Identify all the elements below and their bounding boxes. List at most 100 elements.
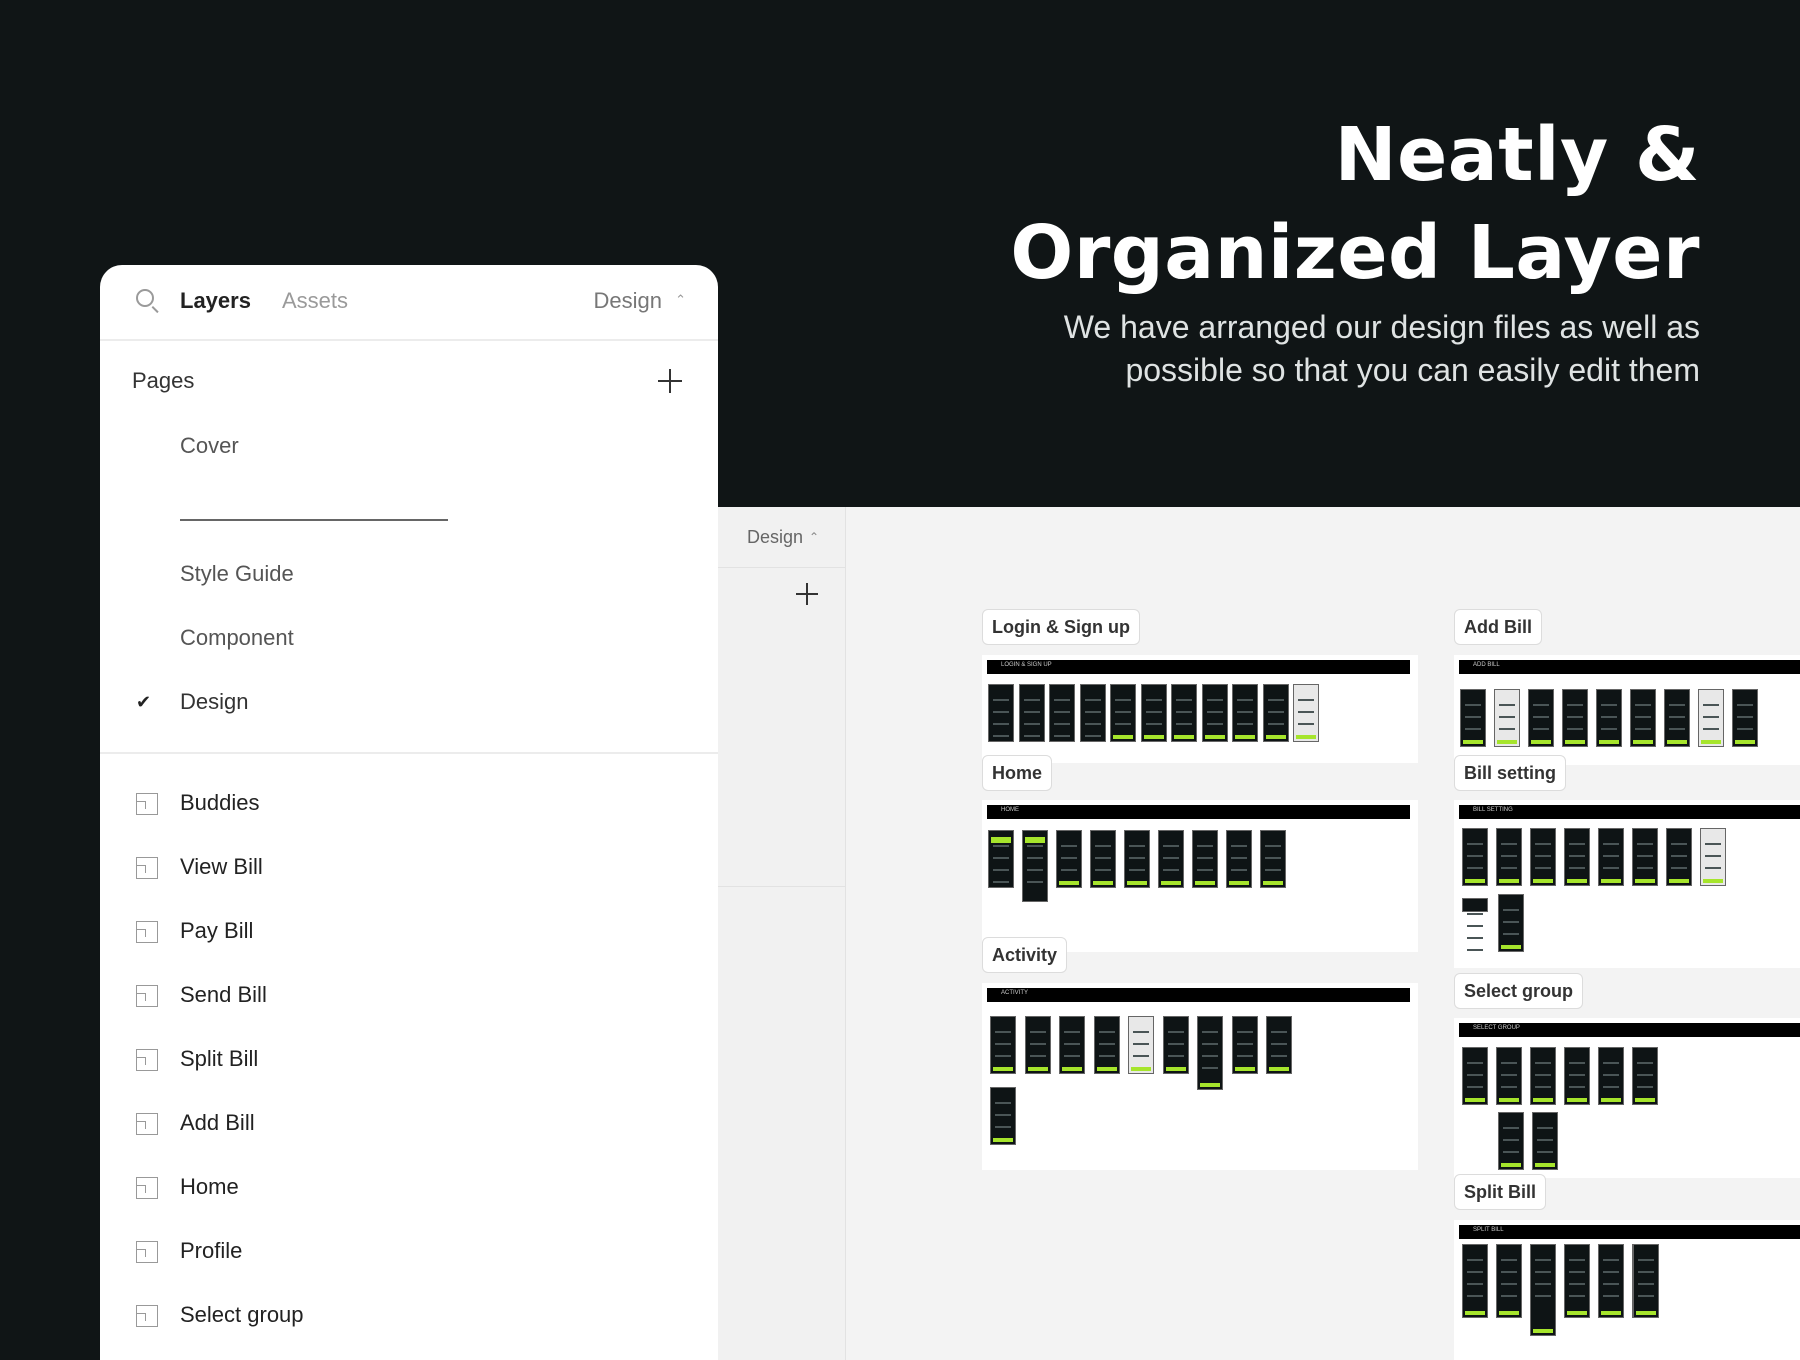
screen-thumbnail[interactable] (1162, 1016, 1189, 1074)
screen-thumbnail[interactable] (1666, 828, 1692, 886)
screen-thumbnail[interactable] (1110, 684, 1136, 742)
section-label-activity[interactable]: Activity (982, 937, 1068, 973)
screen-thumbnail[interactable] (1596, 689, 1622, 747)
screen-thumbnail[interactable] (988, 684, 1014, 742)
screen-thumbnail[interactable] (1140, 684, 1167, 742)
layer-row-profile[interactable]: Profile (100, 1228, 718, 1276)
screen-thumbnail[interactable] (1632, 828, 1658, 886)
frame-home[interactable]: HOME (982, 800, 1418, 952)
layer-row-bill-setting[interactable]: Bill setting (100, 1356, 718, 1360)
screen-thumbnail[interactable] (1049, 684, 1075, 742)
screen-thumbnail[interactable] (1633, 1244, 1659, 1318)
design-canvas[interactable]: Design ⌃ Login & Sign up LOGIN & SIGN UP… (718, 507, 1800, 1360)
layer-row-pay-bill[interactable]: Pay Bill (100, 908, 718, 956)
frame-select-group[interactable]: SELECT GROUP (1454, 1018, 1800, 1178)
tab-assets[interactable]: Assets (282, 287, 348, 315)
screen-thumbnail[interactable] (1530, 1047, 1556, 1105)
screen-thumbnail[interactable] (1192, 830, 1218, 888)
layer-row-select-group[interactable]: Select group (100, 1292, 718, 1340)
screen-thumbnail[interactable] (1532, 1112, 1558, 1170)
page-item-cover[interactable]: Cover (180, 433, 239, 459)
tab-layers[interactable]: Layers (180, 287, 251, 315)
screen-thumbnail[interactable] (1293, 684, 1319, 742)
screen-thumbnail[interactable] (1171, 684, 1197, 742)
screen-thumbnail[interactable] (1158, 830, 1184, 888)
frame-activity[interactable]: ACTIVITY (982, 983, 1418, 1170)
screen-thumbnail[interactable] (1093, 1016, 1120, 1074)
section-label-split-bill[interactable]: Split Bill (1454, 1174, 1546, 1210)
screen-thumbnail[interactable] (1564, 828, 1590, 886)
layer-row-split-bill[interactable]: Split Bill (100, 1036, 718, 1084)
frame-split-bill[interactable]: SPLIT BILL (1454, 1220, 1800, 1360)
screen-thumbnail[interactable] (1197, 1016, 1223, 1090)
page-separator[interactable] (180, 519, 448, 521)
screen-thumbnail[interactable] (1022, 830, 1048, 902)
layer-row-add-bill[interactable]: Add Bill (100, 1100, 718, 1148)
page-item-design[interactable]: Design (180, 689, 248, 715)
screen-thumbnail[interactable] (1018, 684, 1045, 742)
add-page-icon[interactable] (796, 583, 818, 605)
screen-thumbnail[interactable] (1024, 1016, 1051, 1074)
layer-row-buddies[interactable]: Buddies (100, 780, 718, 828)
screen-thumbnail[interactable] (1266, 1016, 1292, 1074)
section-label-home[interactable]: Home (982, 755, 1053, 791)
section-label-select-group[interactable]: Select group (1454, 973, 1584, 1009)
screen-thumbnail[interactable] (1598, 828, 1624, 886)
screen-thumbnail[interactable] (1732, 689, 1758, 747)
layer-row-home[interactable]: Home (100, 1164, 718, 1212)
screen-thumbnail[interactable] (1564, 1047, 1590, 1105)
screen-thumbnail[interactable] (1462, 898, 1488, 951)
frame-login[interactable]: LOGIN & SIGN UP (982, 655, 1418, 763)
screen-thumbnail[interactable] (1462, 828, 1488, 886)
section-label-login[interactable]: Login & Sign up (982, 609, 1140, 645)
screen-thumbnail[interactable] (1079, 684, 1106, 742)
screen-thumbnail[interactable] (1528, 689, 1554, 747)
screen-thumbnail[interactable] (1124, 830, 1150, 888)
screen-thumbnail[interactable] (1201, 684, 1228, 742)
search-icon[interactable] (136, 289, 154, 307)
screen-thumbnail[interactable] (1496, 1047, 1522, 1105)
screen-thumbnail[interactable] (1056, 830, 1082, 888)
screen-thumbnail[interactable] (1462, 1047, 1488, 1105)
page-selector-design[interactable]: Design (594, 287, 662, 315)
chevron-up-icon[interactable]: ⌃ (675, 292, 686, 308)
screen-thumbnail[interactable] (1700, 828, 1726, 886)
section-label-bill-setting[interactable]: Bill setting (1454, 755, 1567, 791)
screen-thumbnail[interactable] (1462, 1244, 1488, 1318)
screen-thumbnail[interactable] (1632, 1047, 1658, 1105)
screen-thumbnail[interactable] (1260, 830, 1286, 888)
layer-row-send-bill[interactable]: Send Bill (100, 972, 718, 1020)
add-page-icon[interactable] (658, 369, 682, 393)
screen-thumbnail[interactable] (1630, 689, 1656, 747)
screen-thumbnail[interactable] (1598, 1047, 1624, 1105)
screen-thumbnail[interactable] (1232, 684, 1258, 742)
screen-thumbnail[interactable] (1562, 689, 1588, 747)
screen-thumbnail[interactable] (1498, 1112, 1524, 1170)
screen-thumbnail[interactable] (1496, 1244, 1522, 1318)
screen-thumbnail[interactable] (1698, 689, 1724, 747)
screen-thumbnail[interactable] (1498, 894, 1524, 952)
screen-thumbnail[interactable] (1496, 828, 1522, 886)
screen-thumbnail[interactable] (1664, 689, 1690, 747)
screen-thumbnail[interactable] (1460, 689, 1486, 747)
screen-thumbnail[interactable] (1564, 1244, 1590, 1318)
frame-add-bill[interactable]: ADD BILL (1454, 655, 1800, 765)
frame-bill-setting[interactable]: BILL SETTING (1454, 800, 1800, 968)
screen-thumbnail[interactable] (1090, 830, 1116, 888)
layer-row-view-bill[interactable]: View Bill (100, 844, 718, 892)
page-item-component[interactable]: Component (180, 625, 294, 651)
screen-thumbnail[interactable] (990, 1087, 1016, 1145)
screen-thumbnail[interactable] (1262, 684, 1289, 742)
canvas-design-tab[interactable]: Design (747, 527, 803, 548)
screen-thumbnail[interactable] (1494, 689, 1520, 747)
screen-thumbnail[interactable] (1231, 1016, 1258, 1074)
screen-thumbnail[interactable] (1530, 828, 1556, 886)
section-label-add-bill[interactable]: Add Bill (1454, 609, 1542, 645)
screen-thumbnail[interactable] (1530, 1244, 1556, 1336)
screen-thumbnail[interactable] (1128, 1016, 1154, 1074)
screen-thumbnail[interactable] (1226, 830, 1252, 888)
screen-thumbnail[interactable] (990, 1016, 1016, 1074)
screen-thumbnail[interactable] (1059, 1016, 1085, 1074)
screen-thumbnail[interactable] (988, 830, 1014, 888)
page-item-style-guide[interactable]: Style Guide (180, 561, 294, 587)
